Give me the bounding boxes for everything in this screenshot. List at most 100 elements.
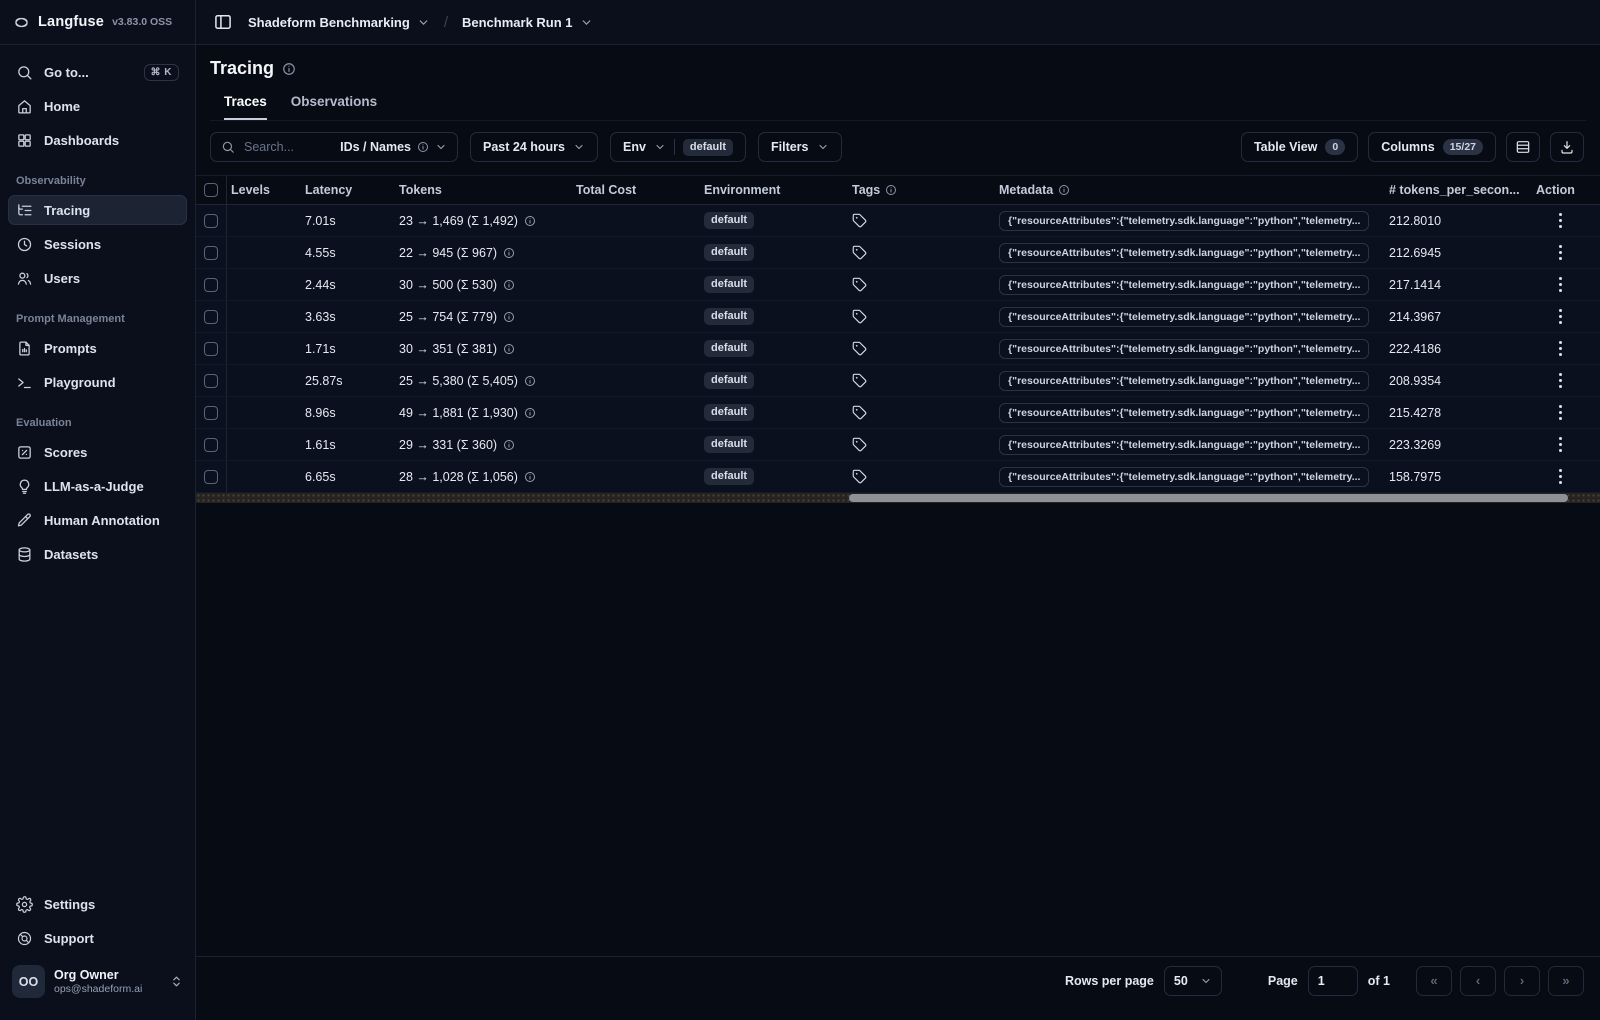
sidebar-item-playground[interactable]: Playground [8,367,187,397]
tag-icon[interactable] [852,245,867,260]
kebab-menu-icon[interactable] [1553,210,1568,231]
tag-icon[interactable] [852,405,867,420]
table-row[interactable]: 4.55s 22 → 945 (Σ 967) default {"resourceAt… [196,237,1600,269]
table-row[interactable]: 7.01s 23 → 1,469 (Σ 1,492) default {"resour… [196,205,1600,237]
row-checkbox[interactable] [204,245,218,260]
info-icon[interactable] [503,439,515,451]
header-tokens-per-second[interactable]: # tokens_per_secon... [1383,176,1530,204]
metadata-value[interactable]: {"resourceAttributes":{"telemetry.sdk.la… [999,402,1370,423]
tag-icon[interactable] [852,373,867,388]
search-input[interactable] [242,139,322,155]
header-metadata[interactable]: Metadata [990,176,1383,204]
info-icon[interactable] [503,279,515,291]
kebab-menu-icon[interactable] [1553,370,1568,391]
header-total-cost[interactable]: Total Cost [560,176,682,204]
time-range-button[interactable]: Past 24 hours [470,132,598,162]
header-environment[interactable]: Environment [682,176,832,204]
table-row[interactable]: 1.61s 29 → 331 (Σ 360) default {"resourceAt… [196,429,1600,461]
search-scope-selector[interactable]: IDs / Names [340,140,447,154]
header-tokens[interactable]: Tokens [395,176,560,204]
metadata-value[interactable]: {"resourceAttributes":{"telemetry.sdk.la… [999,210,1370,231]
metadata-value[interactable]: {"resourceAttributes":{"telemetry.sdk.la… [999,370,1370,391]
sidebar-item-support[interactable]: Support [8,923,187,953]
export-button[interactable] [1550,132,1584,162]
metadata-value[interactable]: {"resourceAttributes":{"telemetry.sdk.la… [999,434,1370,455]
header-latency[interactable]: Latency [301,176,395,204]
select-all-checkbox[interactable] [204,183,218,197]
env-filter-button[interactable]: Env default [609,132,746,162]
sidebar-item-prompts[interactable]: Prompts [8,333,187,363]
sidebar-item-llm-as-a-judge[interactable]: LLM-as-a-Judge [8,471,187,501]
horizontal-scrollbar[interactable] [196,493,1600,503]
tag-icon[interactable] [852,213,867,228]
kebab-menu-icon[interactable] [1553,338,1568,359]
sidebar-item-users[interactable]: Users [8,263,187,293]
sidebar-item-home[interactable]: Home [8,91,187,121]
tag-icon[interactable] [852,437,867,452]
row-checkbox[interactable] [204,437,218,452]
metadata-value[interactable]: {"resourceAttributes":{"telemetry.sdk.la… [999,338,1370,359]
info-icon[interactable] [524,215,536,227]
metadata-value[interactable]: {"resourceAttributes":{"telemetry.sdk.la… [999,242,1370,263]
tag-icon[interactable] [852,309,867,324]
table-row[interactable]: 2.44s 30 → 500 (Σ 530) default {"resourceAt… [196,269,1600,301]
rows-per-page-select[interactable]: 50 [1163,965,1222,996]
kebab-menu-icon[interactable] [1553,242,1568,263]
previous-page-button[interactable]: ‹ [1460,965,1496,996]
tab-traces[interactable]: Traces [224,94,267,120]
row-checkbox[interactable] [204,373,218,388]
tag-icon[interactable] [852,469,867,484]
metadata-value[interactable]: {"resourceAttributes":{"telemetry.sdk.la… [999,306,1370,327]
row-height-button[interactable] [1506,132,1540,162]
search-box[interactable]: IDs / Names [210,132,458,162]
sidebar-item-sessions[interactable]: Sessions [8,229,187,259]
info-icon[interactable] [282,62,296,76]
row-checkbox[interactable] [204,213,218,228]
table-row[interactable]: 3.63s 25 → 754 (Σ 779) default {"resourceAt… [196,301,1600,333]
table-view-button[interactable]: Table View 0 [1240,132,1359,162]
row-checkbox[interactable] [204,309,218,324]
first-page-button[interactable]: « [1416,965,1452,996]
breadcrumb-project[interactable]: Benchmark Run 1 [462,15,593,30]
row-checkbox[interactable] [204,405,218,420]
columns-button[interactable]: Columns 15/27 [1368,132,1496,162]
scrollbar-thumb[interactable] [848,494,1568,502]
header-levels[interactable]: Levels [227,176,301,204]
table-row[interactable]: 6.65s 28 → 1,028 (Σ 1,056) default {"resour… [196,461,1600,493]
table-row[interactable]: 25.87s 25 → 5,380 (Σ 5,405) default {"resou… [196,365,1600,397]
sidebar-toggle-button[interactable] [208,7,238,37]
metadata-value[interactable]: {"resourceAttributes":{"telemetry.sdk.la… [999,274,1370,295]
kebab-menu-icon[interactable] [1553,466,1568,487]
next-page-button[interactable]: › [1504,965,1540,996]
breadcrumb-org[interactable]: Shadeform Benchmarking [248,15,430,30]
filters-button[interactable]: Filters [757,132,842,162]
kebab-menu-icon[interactable] [1553,306,1568,327]
tag-icon[interactable] [852,277,867,292]
row-checkbox[interactable] [204,341,218,356]
sidebar-item-dashboards[interactable]: Dashboards [8,125,187,155]
info-icon[interactable] [524,407,536,419]
page-number-input[interactable] [1307,965,1358,996]
row-checkbox[interactable] [204,277,218,292]
header-tags[interactable]: Tags [832,176,990,204]
metadata-value[interactable]: {"resourceAttributes":{"telemetry.sdk.la… [999,466,1370,487]
info-icon[interactable] [503,343,515,355]
sidebar-item-human-annotation[interactable]: Human Annotation [8,505,187,535]
info-icon[interactable] [524,375,536,387]
info-icon[interactable] [524,471,536,483]
tab-observations[interactable]: Observations [291,94,377,120]
table-row[interactable]: 1.71s 30 → 351 (Σ 381) default {"resourceAt… [196,333,1600,365]
sidebar-item-settings[interactable]: Settings [8,889,187,919]
row-checkbox[interactable] [204,469,218,484]
last-page-button[interactable]: » [1548,965,1584,996]
kebab-menu-icon[interactable] [1553,402,1568,423]
goto-search[interactable]: Go to... ⌘ K [8,57,187,87]
table-row[interactable]: 8.96s 49 → 1,881 (Σ 1,930) default {"resour… [196,397,1600,429]
kebab-menu-icon[interactable] [1553,274,1568,295]
sidebar-item-scores[interactable]: Scores [8,437,187,467]
user-menu[interactable]: OO Org Owner ops@shadeform.ai [8,959,187,1004]
tag-icon[interactable] [852,341,867,356]
info-icon[interactable] [503,247,515,259]
sidebar-item-tracing[interactable]: Tracing [8,195,187,225]
sidebar-item-datasets[interactable]: Datasets [8,539,187,569]
